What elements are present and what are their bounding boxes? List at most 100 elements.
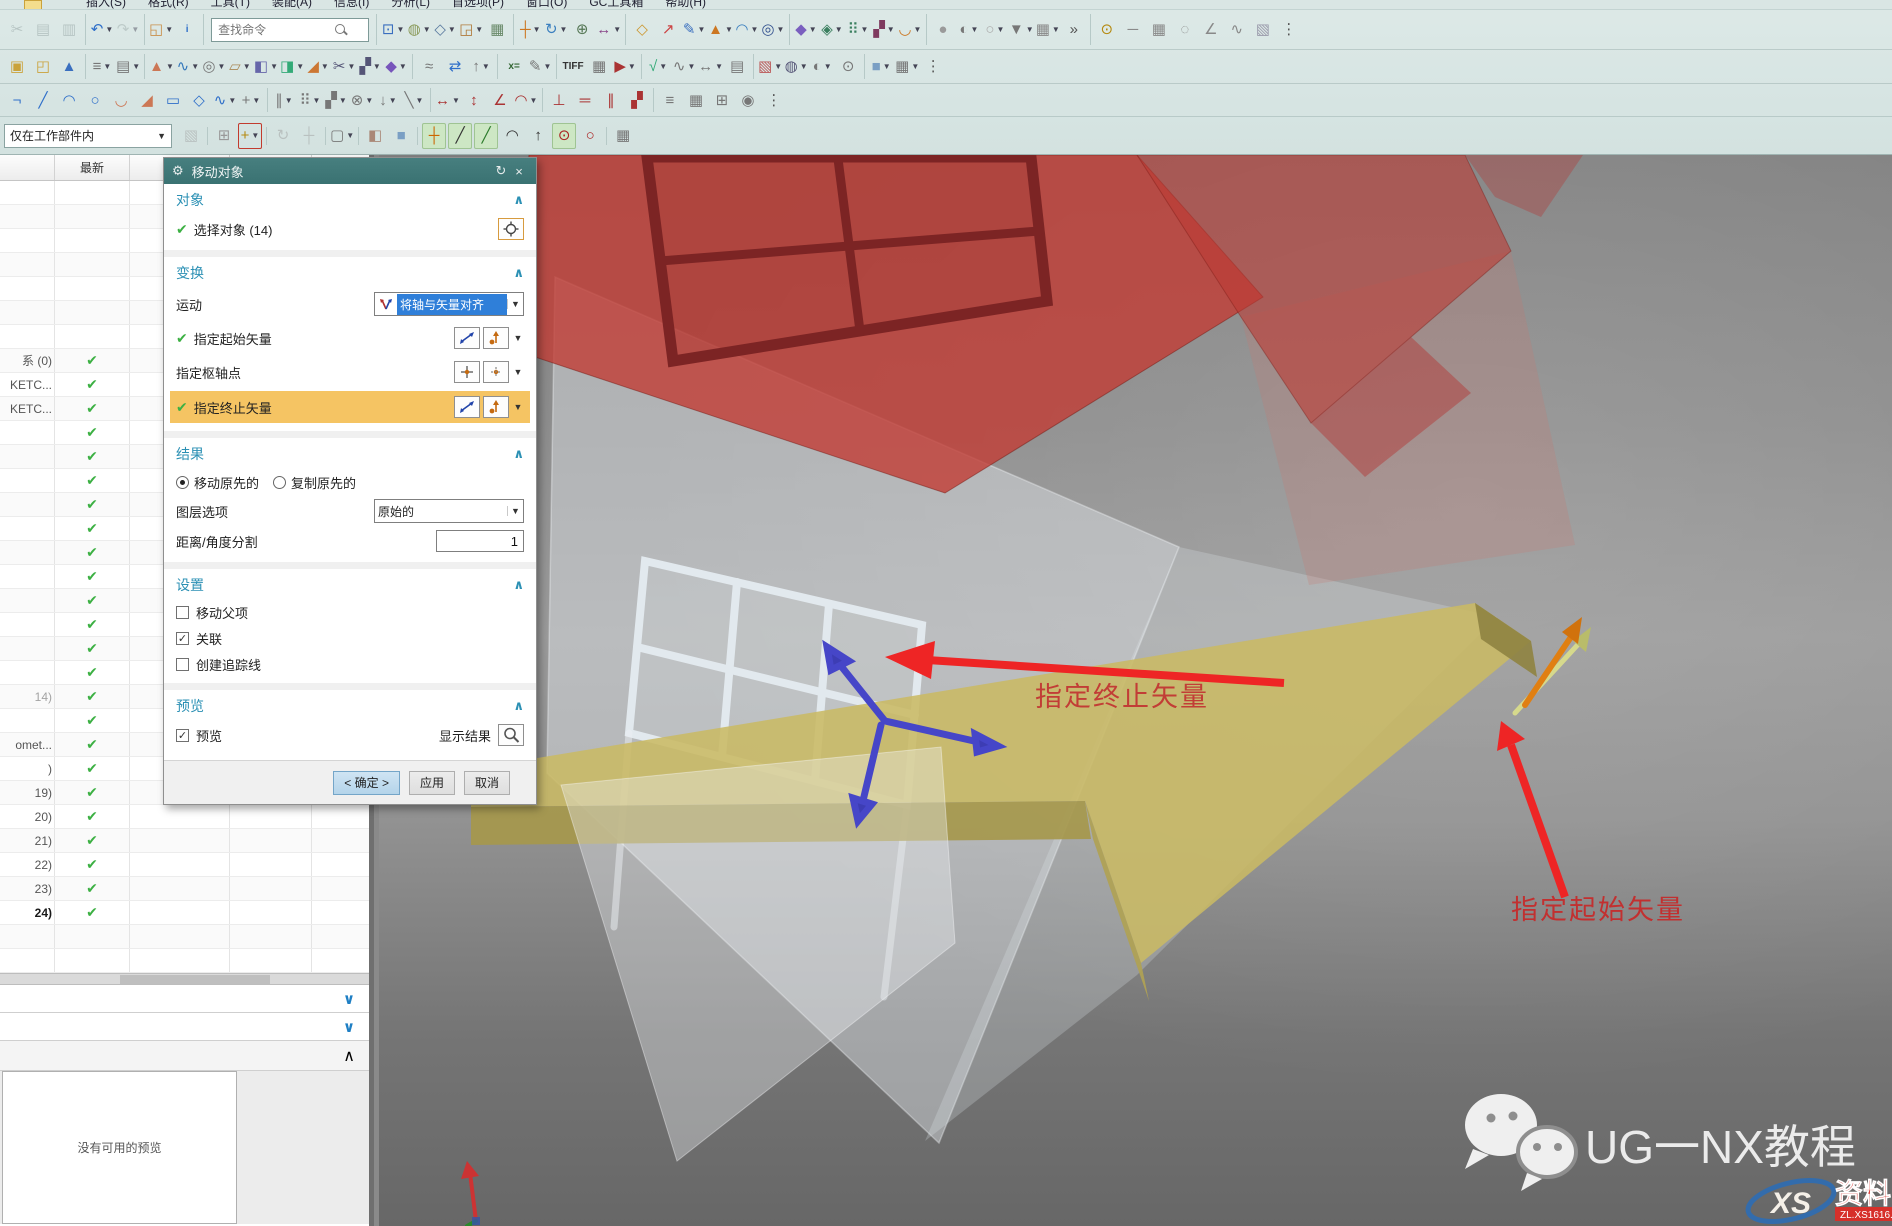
spline-icon[interactable]: ∿	[1225, 17, 1249, 43]
chevron-down-icon[interactable]: ∨	[343, 1018, 355, 1036]
radial-dimension-icon[interactable]: ◠▼	[514, 88, 538, 112]
hole-icon[interactable]: ◎▼	[761, 17, 785, 43]
scrollbar-thumb[interactable]	[120, 975, 270, 984]
navigator-row[interactable]: 21)✔	[0, 829, 369, 853]
draft-icon[interactable]: ◢▼	[306, 55, 330, 79]
divide-input[interactable]	[436, 530, 524, 552]
tangent-snap-icon[interactable]: ◠	[500, 123, 524, 149]
chevron-down-icon[interactable]: ▼	[347, 62, 355, 71]
navigator-row[interactable]	[0, 949, 369, 973]
copy-original-radio[interactable]: 复制原先的	[273, 473, 356, 492]
pattern-curve-icon[interactable]: ⠿▼	[298, 88, 322, 112]
center-snap-icon[interactable]: ⊙	[552, 123, 576, 149]
start-vector-dialog-button[interactable]	[454, 327, 480, 349]
snap-settings-icon[interactable]: ⊞	[212, 123, 236, 149]
chevron-down-icon[interactable]: ▼	[774, 62, 782, 71]
grid-icon[interactable]: ▦	[1147, 17, 1171, 43]
tiff-export-icon[interactable]: TIFF	[561, 55, 585, 79]
menu-item[interactable]: 首选项(P)	[452, 0, 504, 10]
motion-dropdown[interactable]: 将轴与矢量对齐 ▼	[374, 292, 524, 316]
chevron-down-icon[interactable]: ▼	[970, 25, 978, 34]
feature-name[interactable]: 22)	[0, 853, 55, 876]
sweep-icon[interactable]: ∿▼	[176, 55, 200, 79]
fillet-icon[interactable]: ◡	[109, 88, 133, 112]
navigator-section-collapsed-2[interactable]: ∨	[0, 1013, 369, 1041]
feature-name[interactable]: 20)	[0, 805, 55, 828]
preview-checkbox-label[interactable]: 预览	[196, 726, 222, 745]
feature-name[interactable]: 23)	[0, 877, 55, 900]
chevron-down-icon[interactable]: ▼	[512, 367, 524, 377]
bookmark-icon[interactable]: ▲	[57, 55, 81, 79]
chevron-down-icon[interactable]: ▼	[1052, 25, 1060, 34]
ruler-icon[interactable]: ─	[1121, 17, 1145, 43]
dialog-reset-button[interactable]: ↻	[492, 163, 510, 179]
studio-spline-icon[interactable]: ∿▼	[213, 88, 237, 112]
chevron-down-icon[interactable]: ▼	[659, 62, 667, 71]
layout-icon[interactable]: ▦	[485, 17, 509, 43]
chevron-down-icon[interactable]: ▼	[628, 62, 636, 71]
angular-dimension-icon[interactable]: ∠	[488, 88, 512, 112]
feature-name[interactable]: KETC...	[0, 397, 55, 420]
offset-curve-icon[interactable]: ∥▼	[272, 88, 296, 112]
feature-name[interactable]	[0, 469, 55, 492]
chevron-down-icon[interactable]: ▼	[824, 62, 832, 71]
feature-name[interactable]	[0, 205, 55, 228]
chevron-down-icon[interactable]: ▼	[270, 62, 278, 71]
feature-name[interactable]: )	[0, 757, 55, 780]
background-icon[interactable]: ▦▼	[1036, 17, 1060, 43]
chevron-down-icon[interactable]: ▼	[346, 131, 354, 140]
chevron-down-icon[interactable]: ▼	[296, 62, 304, 71]
chevron-down-icon[interactable]: ▼	[339, 96, 347, 105]
wcs-snap-icon[interactable]: ┼	[422, 123, 446, 149]
shaded-view-icon[interactable]: ◍▼	[407, 17, 431, 43]
feature-name[interactable]: 21)	[0, 829, 55, 852]
endpoint-snap-icon[interactable]: ╱	[448, 123, 472, 149]
mirror-curve-icon[interactable]: ▞▼	[324, 88, 348, 112]
chevron-down-icon[interactable]: ▼	[243, 62, 251, 71]
viewport-3d[interactable]: 指定终止矢量 指定起始矢量 UG一NX教程	[379, 155, 1892, 1226]
chevron-down-icon[interactable]: ▼	[321, 62, 329, 71]
feature-name[interactable]	[0, 709, 55, 732]
menu-item[interactable]: 格式(R)	[148, 0, 189, 10]
sketch-icon[interactable]: ✎▼	[682, 17, 706, 43]
feature-name[interactable]	[0, 421, 55, 444]
shadow-icon[interactable]: ▼▼	[1009, 17, 1034, 43]
chevron-down-icon[interactable]: ▼	[512, 333, 524, 343]
chamfer-icon[interactable]: ◢	[135, 88, 159, 112]
chevron-down-icon[interactable]: ▼	[448, 25, 456, 34]
feature-name[interactable]	[0, 541, 55, 564]
split-icon[interactable]: ▞▼	[358, 55, 382, 79]
equal-constraint-icon[interactable]: ═	[573, 88, 597, 112]
cancel-button[interactable]: 取消	[464, 771, 510, 795]
project-icon[interactable]: ↓▼	[376, 88, 400, 112]
unite-icon[interactable]: ◆▼	[794, 17, 818, 43]
chevron-down-icon[interactable]: ▼	[423, 25, 431, 34]
feature-name[interactable]	[0, 637, 55, 660]
chevron-down-icon[interactable]: ▼	[751, 25, 759, 34]
feature-name[interactable]	[0, 661, 55, 684]
expressions-icon[interactable]: x=	[502, 55, 526, 79]
open-icon[interactable]: ◰	[31, 55, 55, 79]
feature-name[interactable]: 19)	[0, 781, 55, 804]
more-icon[interactable]: »	[1062, 17, 1086, 43]
promote-icon[interactable]: ↑▼	[469, 55, 493, 79]
chevron-down-icon[interactable]: ▼	[1026, 25, 1034, 34]
move-original-radio[interactable]: 移动原先的	[176, 473, 259, 492]
end-vector-inferred-button[interactable]	[483, 396, 509, 418]
chevron-down-icon[interactable]: ▼	[285, 96, 293, 105]
chevron-up-icon[interactable]: ∧	[513, 265, 524, 281]
image-icon[interactable]: ▦	[587, 55, 611, 79]
chevron-down-icon[interactable]: ▼	[365, 96, 373, 105]
chevron-down-icon[interactable]: ▼	[543, 62, 551, 71]
examine-icon[interactable]: √▼	[646, 55, 670, 79]
thicken-icon[interactable]: ◧▼	[254, 55, 278, 79]
point-icon[interactable]: +▼	[239, 88, 263, 112]
datum-axis-icon[interactable]: ↗	[656, 17, 680, 43]
wave-link-icon[interactable]: ≈	[417, 55, 441, 79]
chevron-down-icon[interactable]: ▼	[482, 62, 490, 71]
shell-icon[interactable]: ◨▼	[280, 55, 304, 79]
feature-name[interactable]: 14)	[0, 685, 55, 708]
clip-section-icon[interactable]: ▧	[1251, 17, 1275, 43]
chevron-down-icon[interactable]: ▼	[914, 25, 922, 34]
end-vector-dialog-button[interactable]	[454, 396, 480, 418]
